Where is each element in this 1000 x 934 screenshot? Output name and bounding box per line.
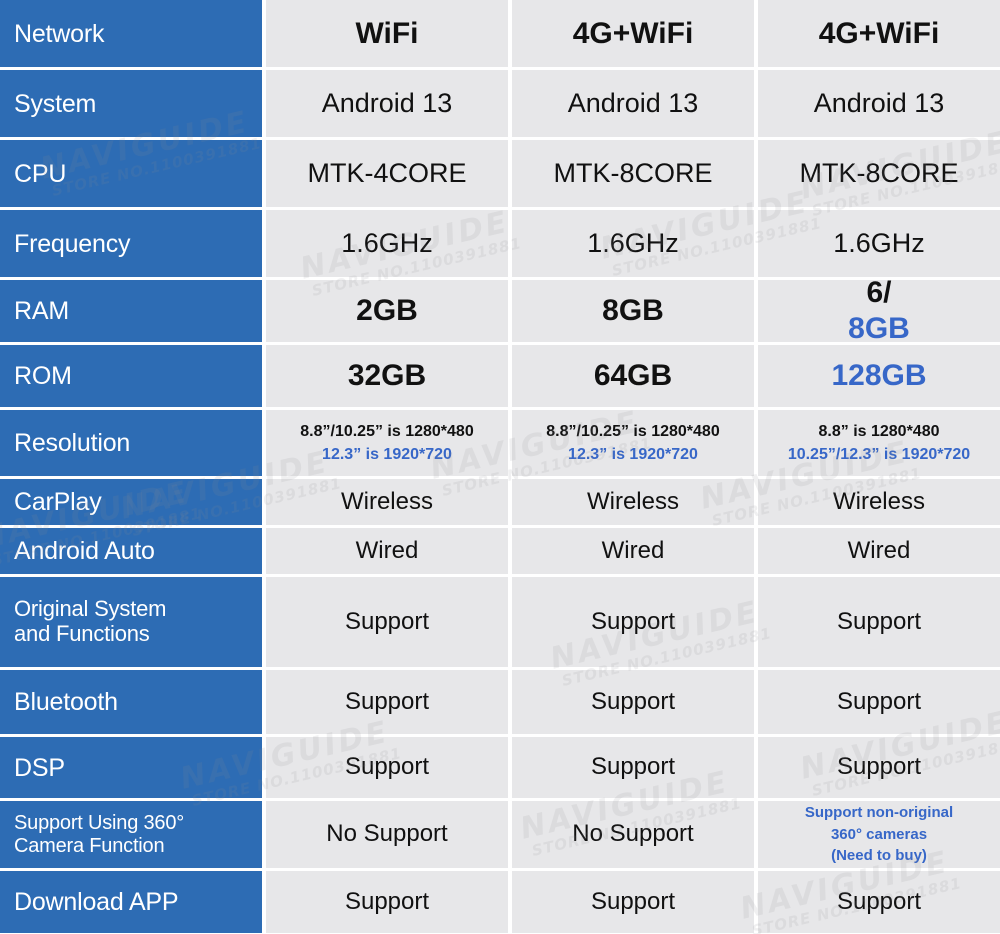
cell-network-col3: 4G+WiFi: [754, 0, 1000, 70]
table-row: Download APP Support Support Support: [0, 871, 1000, 933]
cell-resolution-col2-line2: 12.3” is 1920*720: [568, 446, 698, 463]
row-label-system: System: [0, 70, 262, 140]
cell-original-system-col3: Support: [754, 577, 1000, 670]
cell-resolution-col3-line2: 10.25”/12.3” is 1920*720: [787, 446, 971, 463]
row-label-360-camera-line2: Camera Function: [14, 834, 165, 857]
cell-system-col2: Android 13: [508, 70, 754, 140]
cell-android-auto-col3: Wired: [754, 528, 1000, 577]
table-row: DSP Support Support Support: [0, 737, 1000, 801]
cell-resolution-col1-line2: 12.3” is 1920*720: [322, 446, 452, 463]
cell-cpu-col1: MTK-4CORE: [262, 140, 508, 210]
row-label-original-system-line1: Original System: [14, 596, 167, 622]
cell-360-camera-col3-line3: (Need to buy): [831, 847, 927, 865]
cell-bluetooth-col1: Support: [262, 670, 508, 737]
cell-bluetooth-col3: Support: [754, 670, 1000, 737]
cell-rom-col2: 64GB: [508, 345, 754, 410]
cell-network-col1: WiFi: [262, 0, 508, 70]
cell-carplay-col1: Wireless: [262, 479, 508, 528]
cell-rom-col3: 128GB: [754, 345, 1000, 410]
row-label-cpu: CPU: [0, 140, 262, 210]
row-label-bluetooth: Bluetooth: [0, 670, 262, 737]
cell-download-app-col3: Support: [754, 871, 1000, 933]
cell-original-system-col2: Support: [508, 577, 754, 670]
cell-system-col1: Android 13: [262, 70, 508, 140]
table-row: Network WiFi 4G+WiFi 4G+WiFi: [0, 0, 1000, 70]
row-label-dsp: DSP: [0, 737, 262, 801]
cell-rom-col1: 32GB: [262, 345, 508, 410]
cell-360-camera-col3: Support non-original 360° cameras (Need …: [754, 801, 1000, 871]
row-label-android-auto: Android Auto: [0, 528, 262, 577]
row-label-frequency: Frequency: [0, 210, 262, 280]
cell-download-app-col1: Support: [262, 871, 508, 933]
cell-resolution-col3: 8.8” is 1280*480 10.25”/12.3” is 1920*72…: [754, 410, 1000, 479]
row-label-rom: ROM: [0, 345, 262, 410]
cell-360-camera-col2: No Support: [508, 801, 754, 871]
cell-frequency-col3: 1.6GHz: [754, 210, 1000, 280]
row-label-original-system-line2: and Functions: [14, 621, 150, 646]
cell-resolution-col1: 8.8”/10.25” is 1280*480 12.3” is 1920*72…: [262, 410, 508, 479]
cell-ram-col3-plain: 6/: [866, 276, 892, 309]
cell-resolution-col3-line1: 8.8” is 1280*480: [818, 422, 940, 440]
cell-bluetooth-col2: Support: [508, 670, 754, 737]
row-label-carplay: CarPlay: [0, 479, 262, 528]
row-label-360-camera-line1: Support Using 360°: [14, 812, 185, 835]
table-row: RAM 2GB 8GB 6/8GB: [0, 276, 1000, 345]
row-label-network: Network: [0, 0, 262, 70]
cell-download-app-col2: Support: [508, 871, 754, 933]
cell-360-camera-col3-line2: 360° cameras: [830, 825, 928, 843]
row-label-ram: RAM: [0, 280, 262, 345]
table-row: Android Auto Wired Wired Wired: [0, 528, 1000, 577]
table-row: Support Using 360° Camera Function No Su…: [0, 801, 1000, 871]
cell-android-auto-col1: Wired: [262, 528, 508, 577]
row-label-resolution: Resolution: [0, 410, 262, 479]
row-label-download-app: Download APP: [0, 871, 262, 933]
cell-360-camera-col3-line1: Support non-original: [804, 803, 954, 821]
table-row: Frequency 1.6GHz 1.6GHz 1.6GHz: [0, 210, 1000, 280]
row-label-360-camera: Support Using 360° Camera Function: [0, 801, 262, 871]
cell-system-col3: Android 13: [754, 70, 1000, 140]
cell-dsp-col3: Support: [754, 737, 1000, 801]
cell-frequency-col2: 1.6GHz: [508, 210, 754, 280]
cell-cpu-col3: MTK-8CORE: [754, 140, 1000, 210]
cell-ram-col3-accent: 8GB: [848, 312, 910, 345]
cell-ram-col1: 2GB: [262, 280, 508, 345]
cell-original-system-col1: Support: [262, 577, 508, 670]
cell-carplay-col2: Wireless: [508, 479, 754, 528]
cell-ram-col3: 6/8GB: [754, 276, 1000, 345]
cell-android-auto-col2: Wired: [508, 528, 754, 577]
cell-resolution-col1-line1: 8.8”/10.25” is 1280*480: [300, 422, 474, 440]
table-row: Resolution 8.8”/10.25” is 1280*480 12.3”…: [0, 410, 1000, 479]
table-row: ROM 32GB 64GB 128GB: [0, 345, 1000, 410]
cell-ram-col2: 8GB: [508, 280, 754, 345]
cell-360-camera-col1: No Support: [262, 801, 508, 871]
cell-network-col2: 4G+WiFi: [508, 0, 754, 70]
cell-resolution-col2-line1: 8.8”/10.25” is 1280*480: [546, 422, 720, 440]
table-row: CPU MTK-4CORE MTK-8CORE MTK-8CORE: [0, 140, 1000, 210]
spec-comparison-table: Network WiFi 4G+WiFi 4G+WiFi System Andr…: [0, 0, 1000, 934]
row-label-original-system: Original System and Functions: [0, 577, 262, 670]
cell-resolution-col2: 8.8”/10.25” is 1280*480 12.3” is 1920*72…: [508, 410, 754, 479]
table-row: Original System and Functions Support Su…: [0, 577, 1000, 670]
cell-carplay-col3: Wireless: [754, 479, 1000, 528]
table-row: CarPlay Wireless Wireless Wireless: [0, 479, 1000, 528]
table-row: Bluetooth Support Support Support: [0, 670, 1000, 737]
cell-cpu-col2: MTK-8CORE: [508, 140, 754, 210]
cell-dsp-col1: Support: [262, 737, 508, 801]
table-row: System Android 13 Android 13 Android 13: [0, 70, 1000, 140]
cell-dsp-col2: Support: [508, 737, 754, 801]
cell-frequency-col1: 1.6GHz: [262, 210, 508, 280]
